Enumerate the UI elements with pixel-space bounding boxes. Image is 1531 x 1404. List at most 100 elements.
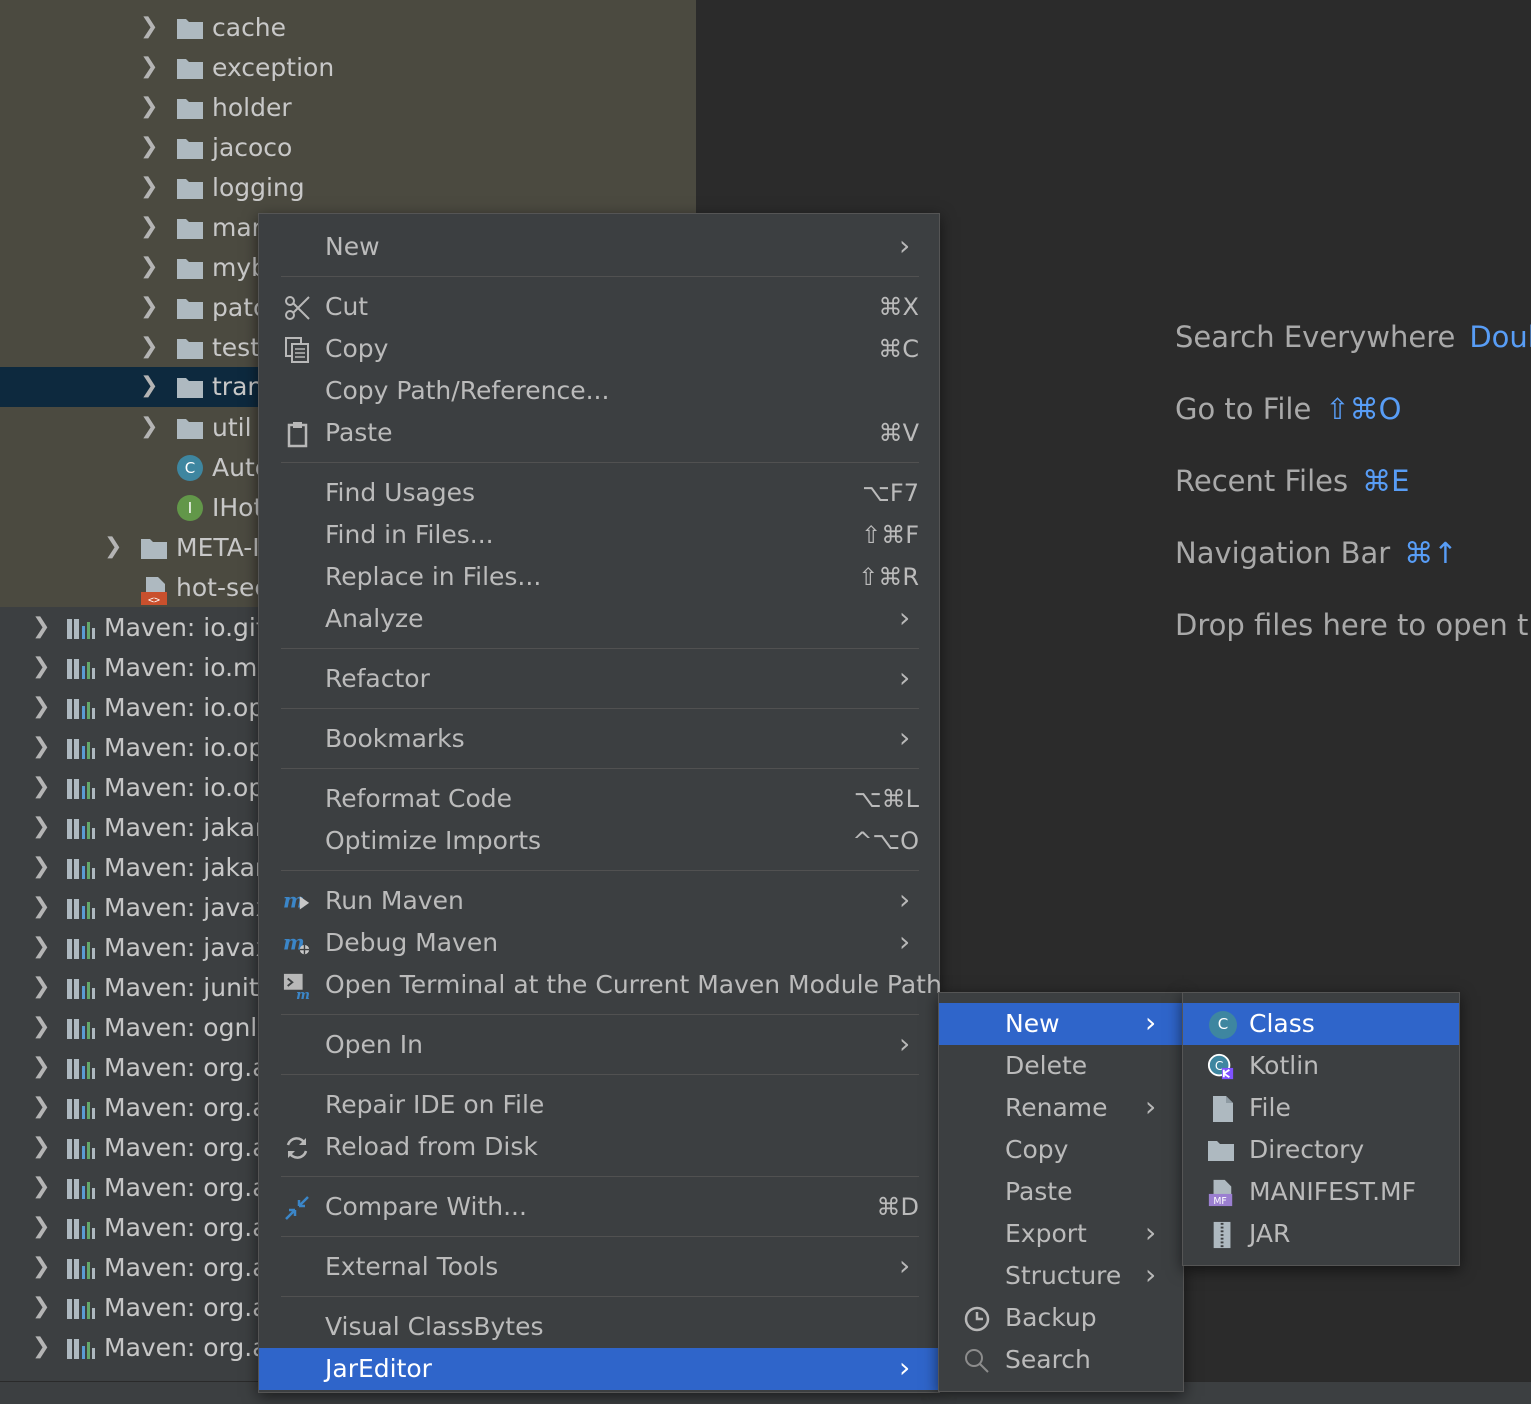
menu-item-label: Copy Path/Reference... [325, 376, 610, 405]
chevron-right-icon[interactable]: ❯ [32, 936, 50, 958]
menu-item-visual-classbytes[interactable]: Visual ClassBytes [259, 1306, 939, 1348]
menu-item-label: Structure [1005, 1261, 1122, 1290]
menu-item-run-maven[interactable]: m Run Maven › [259, 880, 939, 922]
chevron-right-icon[interactable]: ❯ [32, 1216, 50, 1238]
submenu-item-rename[interactable]: Rename › [939, 1087, 1183, 1129]
chevron-right-icon[interactable]: ❯ [140, 56, 158, 78]
menu-item-repair-ide[interactable]: Repair IDE on File [259, 1084, 939, 1126]
menu-item-optimize-imports[interactable]: Optimize Imports ^⌥O [259, 820, 939, 862]
chevron-right-icon[interactable]: ❯ [32, 1136, 50, 1158]
menu-item-label: Copy [1005, 1135, 1069, 1164]
menu-item-bookmarks[interactable]: Bookmarks › [259, 718, 939, 760]
chevron-right-icon[interactable]: ❯ [32, 976, 50, 998]
tree-item-label: Maven: org.ap [104, 1253, 284, 1282]
tree-item-label: Maven: io.mir [104, 653, 275, 682]
chevron-right-icon[interactable]: ❯ [140, 416, 158, 438]
menu-item-label: Reformat Code [325, 784, 512, 813]
chevron-right-icon[interactable]: ❯ [140, 296, 158, 318]
submenu-item-structure[interactable]: Structure › [939, 1255, 1183, 1297]
manifest-icon: MF [1208, 1179, 1233, 1207]
chevron-right-icon[interactable]: ❯ [140, 176, 158, 198]
menu-item-open-in[interactable]: Open In › [259, 1024, 939, 1066]
chevron-right-icon[interactable]: ❯ [32, 776, 50, 798]
chevron-right-icon[interactable]: ❯ [32, 1016, 50, 1038]
menu-item-label: Refactor [325, 664, 430, 693]
chevron-right-icon[interactable]: ❯ [32, 616, 50, 638]
menu-item-label: Backup [1005, 1303, 1097, 1332]
menu-item-find-in-files[interactable]: Find in Files... ⇧⌘F [259, 514, 939, 556]
menu-separator [281, 1074, 919, 1075]
chevron-right-icon[interactable]: ❯ [32, 736, 50, 758]
new-item-manifest[interactable]: MF MANIFEST.MF [1183, 1171, 1459, 1213]
new-item-file[interactable]: File [1183, 1087, 1459, 1129]
chevron-right-icon[interactable]: ❯ [32, 1296, 50, 1318]
chevron-right-icon[interactable]: ❯ [32, 696, 50, 718]
menu-item-cut[interactable]: Cut ⌘X [259, 286, 939, 328]
new-item-jar[interactable]: JAR [1183, 1213, 1459, 1255]
submenu-item-new[interactable]: New › [939, 1003, 1183, 1045]
tree-row-jacoco[interactable]: ❯ jacoco [0, 128, 696, 168]
chevron-right-icon[interactable]: ❯ [140, 136, 158, 158]
tree-item-label: holder [212, 93, 292, 122]
menu-item-external-tools[interactable]: External Tools › [259, 1246, 939, 1288]
search-icon [965, 1349, 989, 1373]
menu-item-label: JarEditor [325, 1354, 432, 1383]
menu-item-shortcut: ⌥⌘L [853, 785, 919, 813]
submenu-item-search[interactable]: Search [939, 1339, 1183, 1381]
chevron-right-icon[interactable]: ❯ [32, 816, 50, 838]
menu-item-jareditor[interactable]: JarEditor › [259, 1348, 939, 1390]
submenu-item-export[interactable]: Export › [939, 1213, 1183, 1255]
chevron-right-icon[interactable]: ❯ [32, 1256, 50, 1278]
menu-item-find-usages[interactable]: Find Usages ⌥F7 [259, 472, 939, 514]
chevron-right-icon[interactable]: ❯ [32, 1176, 50, 1198]
menu-item-analyze[interactable]: Analyze › [259, 598, 939, 640]
tree-row-logging[interactable]: ❯ logging [0, 168, 696, 208]
menu-item-reload-from-disk[interactable]: Reload from Disk [259, 1126, 939, 1168]
folder-icon [177, 299, 203, 319]
menu-item-label: New [325, 232, 380, 261]
menu-item-debug-maven[interactable]: m Debug Maven › [259, 922, 939, 964]
new-item-kotlin[interactable]: C Kotlin [1183, 1045, 1459, 1087]
menu-item-refactor[interactable]: Refactor › [259, 658, 939, 700]
menu-item-open-terminal[interactable]: m Open Terminal at the Current Maven Mod… [259, 964, 942, 1006]
new-item-class[interactable]: C Class [1183, 1003, 1459, 1045]
menu-item-label: Search [1005, 1345, 1091, 1374]
menu-item-reformat-code[interactable]: Reformat Code ⌥⌘L [259, 778, 939, 820]
chevron-right-icon[interactable]: ❯ [140, 16, 158, 38]
chevron-right-icon[interactable]: ❯ [140, 216, 158, 238]
chevron-right-icon[interactable]: ❯ [32, 1056, 50, 1078]
hint-shortcut: ⇧⌘O [1325, 392, 1402, 426]
tree-row-holder[interactable]: ❯ holder [0, 88, 696, 128]
menu-item-new[interactable]: New › [259, 226, 939, 268]
submenu-item-delete[interactable]: Delete [939, 1045, 1183, 1087]
menu-item-compare-with[interactable]: Compare With... ⌘D [259, 1186, 939, 1228]
chevron-right-icon[interactable]: ❯ [32, 1336, 50, 1358]
chevron-right-icon[interactable]: ❯ [32, 656, 50, 678]
chevron-right-icon: › [899, 721, 911, 754]
new-item-directory[interactable]: Directory [1183, 1129, 1459, 1171]
chevron-right-icon[interactable]: ❯ [140, 96, 158, 118]
folder-icon [177, 219, 203, 239]
submenu-item-copy[interactable]: Copy [939, 1129, 1183, 1171]
submenu-item-paste[interactable]: Paste [939, 1171, 1183, 1213]
menu-item-paste[interactable]: Paste ⌘V [259, 412, 939, 454]
chevron-right-icon[interactable]: ❯ [104, 536, 122, 558]
chevron-right-icon[interactable]: ❯ [140, 375, 158, 397]
chevron-right-icon[interactable]: ❯ [32, 1096, 50, 1118]
tree-item-label: jacoco [212, 133, 293, 162]
menu-item-copy-path[interactable]: Copy Path/Reference... [259, 370, 939, 412]
menu-item-shortcut: ^⌥O [852, 827, 919, 855]
submenu-item-backup[interactable]: Backup [939, 1297, 1183, 1339]
menu-separator [281, 708, 919, 709]
menu-item-replace-in-files[interactable]: Replace in Files... ⇧⌘R [259, 556, 939, 598]
chevron-right-icon[interactable]: ❯ [140, 256, 158, 278]
tree-row-exception[interactable]: ❯ exception [0, 48, 696, 88]
chevron-right-icon[interactable]: ❯ [140, 336, 158, 358]
chevron-right-icon[interactable]: ❯ [32, 896, 50, 918]
chevron-right-icon[interactable]: ❯ [32, 856, 50, 878]
tree-row-cache[interactable]: ❯ cache [0, 8, 696, 48]
kotlin-icon: C [1207, 1053, 1234, 1080]
hint-go-to-file: Go to File ⇧⌘O [1175, 392, 1401, 426]
menu-item-copy[interactable]: Copy ⌘C [259, 328, 939, 370]
tree-item-label: Maven: javax. [104, 893, 279, 922]
